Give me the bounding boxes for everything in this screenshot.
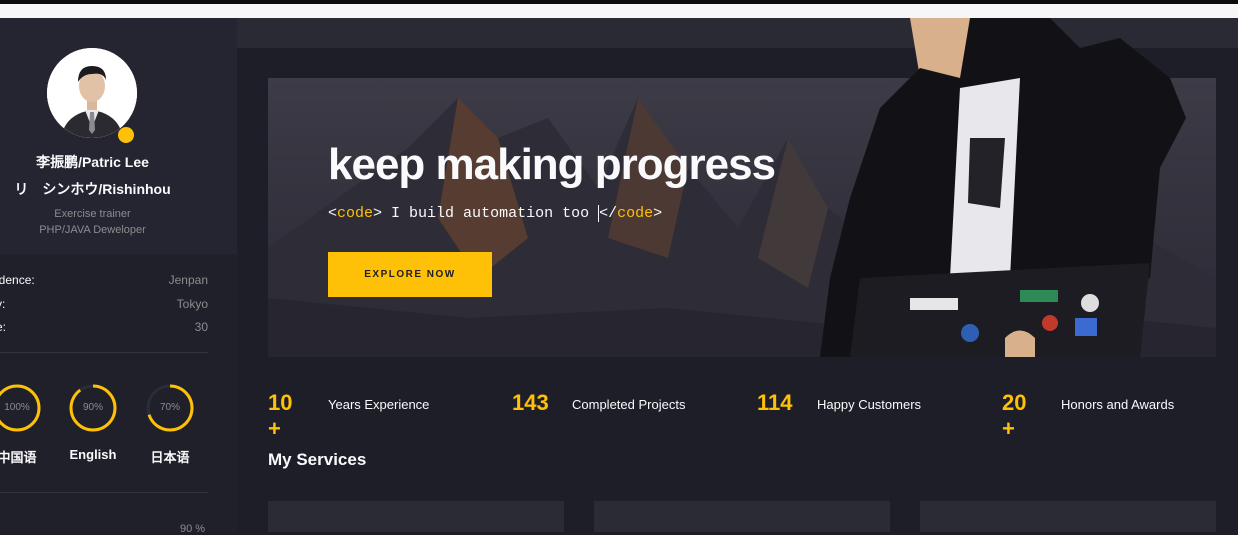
service-card[interactable]	[268, 501, 564, 532]
language-label: English	[69, 447, 117, 462]
language-japanese: 70% 日本语	[140, 383, 200, 466]
stat-label: Happy Customers	[817, 397, 922, 412]
code-keyword: code	[337, 205, 374, 222]
info-row-city: y: Tokyo	[0, 297, 208, 313]
code-bracket: >	[653, 205, 663, 222]
divider	[0, 352, 208, 353]
language-percent: 90%	[82, 402, 103, 413]
stat-label: Honors and Awards	[1061, 397, 1175, 412]
sidebar: 李振鹏/Patric Lee リ シンホウ/Rishinhou Exercise…	[0, 18, 237, 535]
info-key: y:	[0, 297, 6, 311]
stat-label: Completed Projects	[572, 397, 686, 412]
stat-label: Years Experience	[328, 397, 430, 412]
stat-number: 114	[757, 390, 793, 415]
language-english: 90% English	[63, 383, 123, 462]
info-row-age: e: 30	[0, 320, 208, 336]
hero-title: keep making progress	[328, 140, 776, 189]
stat-number: 10 +	[268, 390, 293, 441]
explore-now-button[interactable]: EXPLORE NOW	[328, 252, 492, 297]
info-row-residence: idence: Jenpan	[0, 273, 208, 289]
language-percent: 100%	[4, 402, 30, 413]
stat-number: 20 +	[1002, 390, 1027, 441]
profile-name: 李振鹏/Patric Lee	[36, 154, 149, 170]
person-laptop-image	[820, 18, 1186, 357]
profile-name-katakana: リ シンホウ/Rishinhou	[14, 181, 171, 197]
code-text: I build automation too	[382, 205, 599, 222]
language-chinese: 100% 中国语	[0, 383, 47, 466]
info-value: 30	[194, 320, 208, 334]
info-key: e:	[0, 320, 7, 334]
language-label: 中国语	[0, 450, 37, 465]
service-card[interactable]	[594, 501, 890, 532]
code-bracket: <	[328, 205, 338, 222]
code-bracket: </	[599, 205, 618, 222]
status-dot	[118, 127, 134, 143]
service-card[interactable]	[920, 501, 1216, 532]
services-heading: My Services	[268, 450, 367, 469]
avatar-photo	[47, 48, 137, 138]
avatar[interactable]	[47, 48, 137, 138]
profile-role: Exercise trainer	[54, 208, 131, 220]
skill-percent: 90 %	[180, 523, 206, 535]
hero-code-line: <code> I build automation too </code>	[328, 205, 662, 222]
stat-number: 143	[512, 390, 549, 415]
language-label: 日本语	[150, 450, 190, 465]
info-value: Jenpan	[168, 273, 208, 287]
info-value: Tokyo	[176, 297, 208, 311]
profile-card: 李振鹏/Patric Lee リ シンホウ/Rishinhou Exercise…	[0, 18, 237, 254]
divider	[0, 492, 208, 493]
profile-role-secondary: PHP/JAVA Deweloper	[39, 224, 146, 236]
code-bracket: >	[373, 205, 383, 222]
info-key: idence:	[0, 273, 35, 287]
language-percent: 70%	[159, 402, 180, 413]
avatar-wrap	[47, 48, 137, 143]
top-strip	[0, 4, 1238, 18]
code-keyword: code	[617, 205, 654, 222]
